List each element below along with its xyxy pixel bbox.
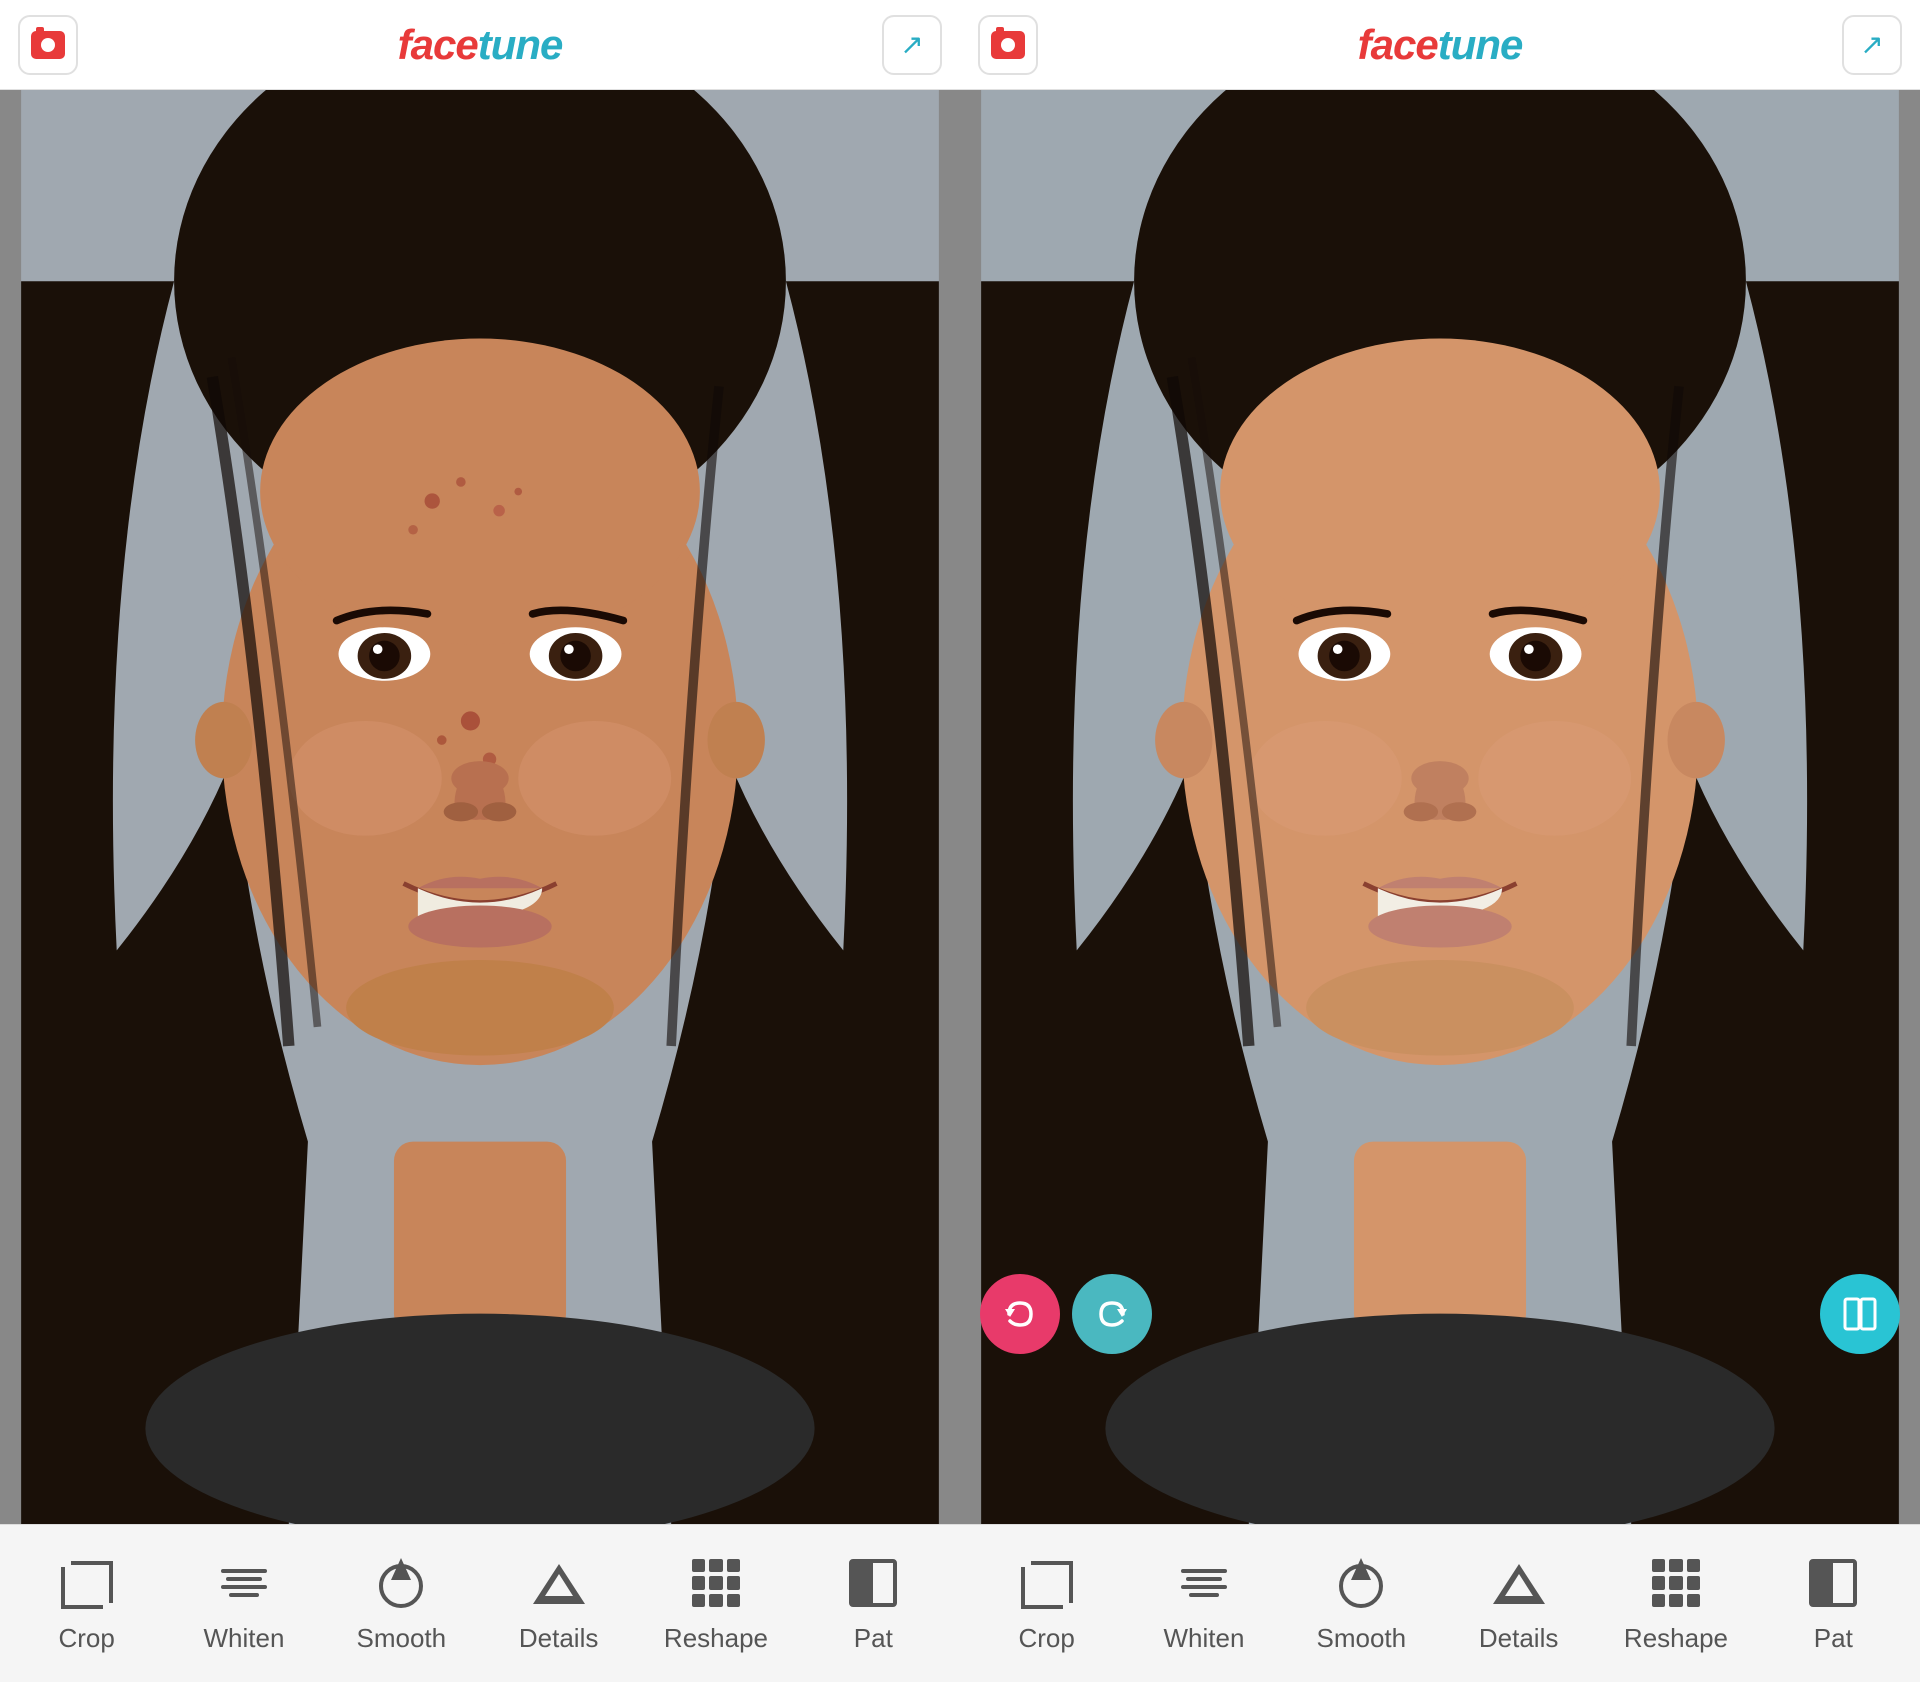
share-icon-before: ↗︎	[900, 28, 923, 61]
reshape-icon-before	[686, 1553, 746, 1613]
logo-face-before: face	[398, 21, 478, 68]
patch-label-after: Pat	[1814, 1623, 1853, 1654]
crop-icon-before	[57, 1553, 117, 1613]
tool-reshape-before[interactable]: Reshape	[656, 1553, 776, 1654]
camera-button-before[interactable]	[18, 15, 78, 75]
whiten-icon-before	[214, 1553, 274, 1613]
tool-whiten-after[interactable]: Whiten	[1144, 1553, 1264, 1654]
whiten-label-before: Whiten	[204, 1623, 285, 1654]
header-after: facetune ↗︎	[960, 0, 1920, 90]
logo-after: facetune	[1358, 21, 1523, 69]
share-icon-after: ↗︎	[1860, 28, 1883, 61]
logo-tune-after: tune	[1438, 21, 1523, 68]
tool-whiten-before[interactable]: Whiten	[184, 1553, 304, 1654]
crop-label-after: Crop	[1018, 1623, 1074, 1654]
fab-container	[960, 1274, 1920, 1354]
reshape-label-after: Reshape	[1624, 1623, 1728, 1654]
details-label-after: Details	[1479, 1623, 1558, 1654]
camera-icon-after	[991, 31, 1025, 59]
tool-smooth-before[interactable]: Smooth	[341, 1553, 461, 1654]
crop-icon-after	[1017, 1553, 1077, 1613]
tool-patch-before[interactable]: Pat	[813, 1553, 933, 1654]
logo-before: facetune	[398, 21, 563, 69]
smooth-label-before: Smooth	[357, 1623, 447, 1654]
logo-tune-before: tune	[478, 21, 563, 68]
tool-details-after[interactable]: Details	[1459, 1553, 1579, 1654]
whiten-icon-after	[1174, 1553, 1234, 1613]
details-icon-after	[1489, 1553, 1549, 1613]
compare-button[interactable]	[1820, 1274, 1900, 1354]
redo-button[interactable]	[1072, 1274, 1152, 1354]
whiten-label-after: Whiten	[1164, 1623, 1245, 1654]
before-photo	[0, 90, 960, 1524]
camera-icon-before	[31, 31, 65, 59]
photo-area-after	[960, 90, 1920, 1524]
share-button-after[interactable]: ↗︎	[1842, 15, 1902, 75]
smooth-label-after: Smooth	[1317, 1623, 1407, 1654]
tool-patch-after[interactable]: Pat	[1773, 1553, 1893, 1654]
camera-button-after[interactable]	[978, 15, 1038, 75]
tool-crop-before[interactable]: Crop	[27, 1553, 147, 1654]
patch-icon-after	[1803, 1553, 1863, 1613]
photo-area-before	[0, 90, 960, 1524]
smooth-icon-before	[371, 1553, 431, 1613]
patch-label-before: Pat	[854, 1623, 893, 1654]
patch-icon-before	[843, 1553, 903, 1613]
toolbar-after: Crop Whiten Smooth	[960, 1524, 1920, 1682]
tool-smooth-after[interactable]: Smooth	[1301, 1553, 1421, 1654]
toolbar-before: Crop Whiten Smooth	[0, 1524, 960, 1682]
after-panel: facetune ↗︎	[960, 0, 1920, 1682]
logo-face-after: face	[1358, 21, 1438, 68]
reshape-label-before: Reshape	[664, 1623, 768, 1654]
tool-reshape-after[interactable]: Reshape	[1616, 1553, 1736, 1654]
details-label-before: Details	[519, 1623, 598, 1654]
share-button-before[interactable]: ↗︎	[882, 15, 942, 75]
details-icon-before	[529, 1553, 589, 1613]
smooth-icon-after	[1331, 1553, 1391, 1613]
tool-crop-after[interactable]: Crop	[987, 1553, 1107, 1654]
header-before: facetune ↗︎	[0, 0, 960, 90]
undo-button[interactable]	[980, 1274, 1060, 1354]
reshape-icon-after	[1646, 1553, 1706, 1613]
before-panel: facetune ↗︎	[0, 0, 960, 1682]
tool-details-before[interactable]: Details	[499, 1553, 619, 1654]
crop-label-before: Crop	[58, 1623, 114, 1654]
